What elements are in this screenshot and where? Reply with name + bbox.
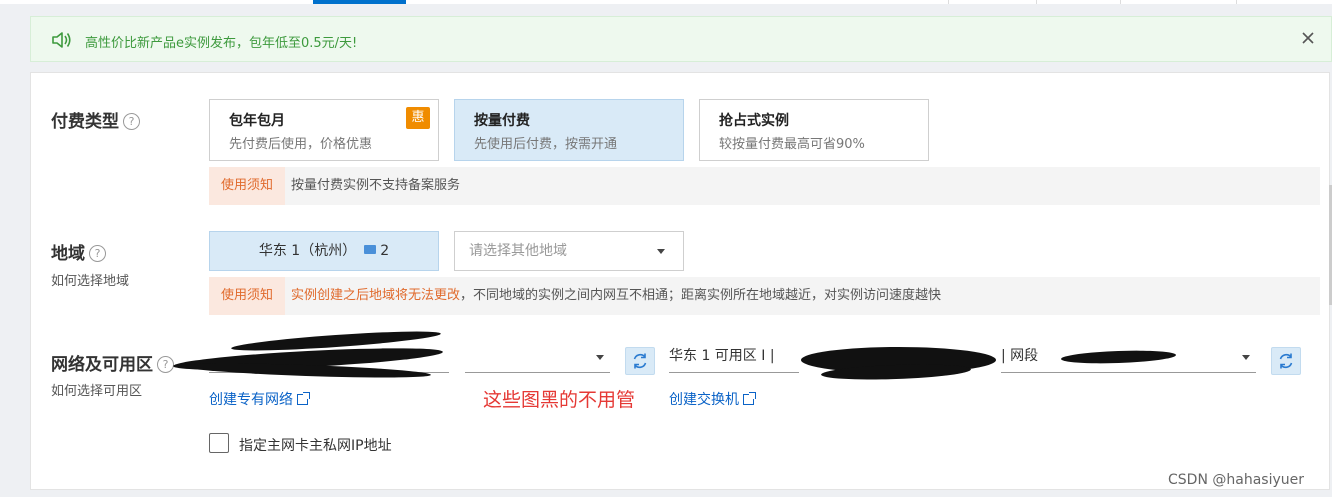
active-tab-indicator [313, 0, 406, 4]
primary-ip-checkbox-label[interactable]: 指定主网卡主私网IP地址 [239, 435, 392, 455]
vpc-select-dropdown[interactable] [465, 343, 610, 373]
region-name: 华东 1（杭州） [258, 243, 357, 259]
other-region-select[interactable]: 请选择其他地域 [454, 231, 684, 271]
help-icon[interactable]: ? [123, 113, 140, 130]
payment-option-subscription[interactable]: 包年包月 先付费后使用，价格优惠 惠 [209, 99, 439, 161]
refresh-icon [1279, 353, 1293, 369]
zone-prefix: 华东 1 可用区 I | [669, 348, 775, 364]
chevron-down-icon [657, 249, 665, 254]
chevron-down-icon [1242, 355, 1250, 360]
notice-text: 按量付费实例不支持备案服务 [291, 178, 461, 193]
payment-option-desc: 较按量付费最高可省90% [719, 137, 865, 152]
how-to-choose-region-link[interactable]: 如何选择地域 [51, 270, 129, 289]
zone-count-icon [364, 245, 377, 254]
payment-option-pay-as-you-go[interactable]: 按量付费 先使用后付费，按需开通 [454, 99, 684, 161]
top-tab-bar [0, 0, 1332, 4]
tab-separator [1036, 0, 1037, 4]
help-icon[interactable]: ? [157, 356, 174, 373]
external-link-icon [297, 392, 310, 405]
refresh-vswitch-button[interactable] [1271, 347, 1301, 375]
payment-option-desc: 先使用后付费，按需开通 [474, 137, 618, 152]
payment-option-preemptible[interactable]: 抢占式实例 较按量付费最高可省90% [699, 99, 929, 161]
other-region-placeholder: 请选择其他地域 [469, 243, 567, 259]
payment-option-title: 抢占式实例 [719, 113, 789, 129]
tab-separator [1120, 0, 1121, 4]
config-panel: 付费类型? 包年包月 先付费后使用，价格优惠 惠 按量付费 先使用后付费，按需开… [30, 72, 1330, 490]
network-zone-label: 网络及可用区? [51, 350, 174, 375]
notice-tag: 使用须知 [209, 277, 285, 315]
region-label: 地域? [51, 239, 106, 264]
refresh-icon [633, 353, 647, 369]
watermark: CSDN @hahasiyuer [1168, 472, 1304, 488]
payment-type-label: 付费类型? [51, 107, 140, 132]
announcement-banner: 高性价比新产品e实例发布，包年低至0.5元/天! [30, 16, 1332, 62]
zone-count: 2 [380, 243, 390, 259]
payment-option-desc: 先付费后使用，价格优惠 [229, 137, 373, 152]
region-notice: 使用须知 实例创建之后地域将无法更改，不同地域的实例之间内网互不相通；距离实例所… [209, 277, 1320, 315]
primary-ip-checkbox[interactable] [209, 433, 229, 453]
close-icon[interactable] [1299, 29, 1317, 47]
notice-warning-text: 实例创建之后地域将无法更改 [291, 288, 461, 303]
notice-text: 实例创建之后地域将无法更改，不同地域的实例之间内网互不相通；距离实例所在地域越近… [291, 277, 941, 315]
speaker-icon [52, 32, 71, 48]
payment-option-title: 按量付费 [474, 113, 530, 129]
how-to-choose-zone-link[interactable]: 如何选择可用区 [51, 380, 142, 399]
create-vswitch-link[interactable]: 创建交换机 [669, 389, 756, 409]
tab-separator [1236, 0, 1237, 4]
zone-select[interactable]: 华东 1 可用区 I | [669, 343, 799, 373]
region-selected-button[interactable]: 华东 1（杭州） 2 [209, 231, 439, 271]
discount-badge: 惠 [406, 107, 430, 129]
help-icon[interactable]: ? [89, 245, 106, 262]
create-vpc-link[interactable]: 创建专有网络 [209, 389, 310, 409]
notice-detail-text: ，不同地域的实例之间内网互不相通；距离实例所在地域越近，对实例访问速度越快 [460, 288, 942, 303]
payment-option-title: 包年包月 [229, 113, 285, 129]
refresh-vpc-button[interactable] [625, 347, 655, 375]
notice-tag: 使用须知 [209, 167, 285, 205]
tab-separator [948, 0, 949, 4]
announcement-text[interactable]: 高性价比新产品e实例发布，包年低至0.5元/天! [85, 32, 357, 51]
external-link-icon [743, 392, 756, 405]
chevron-down-icon [596, 355, 604, 360]
segment-prefix: | 网段 [1001, 348, 1039, 364]
handwritten-annotation: 这些图黑的不用管 [483, 389, 636, 411]
payment-notice: 使用须知 按量付费实例不支持备案服务 [209, 167, 1320, 205]
